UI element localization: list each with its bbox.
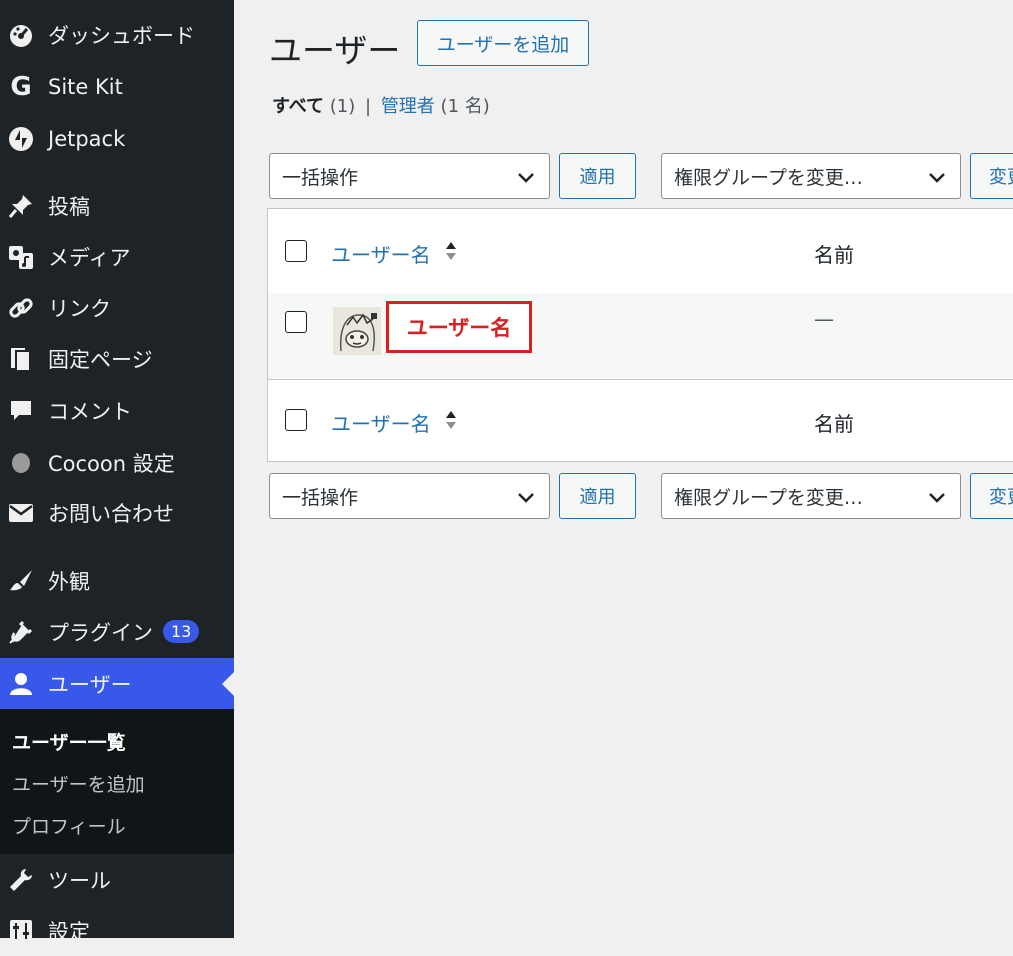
menu-label: リンク [48, 296, 111, 321]
menu-label: メディア [48, 245, 131, 270]
chevron-down-icon [518, 493, 534, 503]
wrench-icon [6, 865, 36, 895]
table-row: ユーザー名 — [268, 293, 1013, 380]
menu-appearance[interactable]: 外観 [0, 555, 234, 606]
filter-separator: | [365, 96, 372, 117]
filter-admin-link[interactable]: 管理者 [381, 96, 435, 117]
change-role-button-top[interactable]: 変更 [970, 153, 1013, 199]
bulk-action-selected: 一括操作 [282, 486, 359, 509]
menu-posts[interactable]: 投稿 [0, 180, 234, 231]
apply-button-top[interactable]: 適用 [559, 153, 636, 199]
menu-comments[interactable]: コメント [0, 385, 234, 436]
select-all-checkbox[interactable] [285, 240, 307, 262]
sort-username-link-bottom[interactable]: ユーザー名 [331, 408, 431, 437]
submenu-all-users[interactable]: ユーザー一覧 [12, 728, 126, 755]
menu-label: 外観 [48, 569, 90, 594]
chevron-down-icon [518, 173, 534, 183]
media-icon [6, 242, 36, 272]
comment-icon [6, 396, 36, 426]
update-count-badge: 13 [163, 620, 200, 643]
menu-users[interactable]: ユーザー [0, 658, 234, 709]
main-content: ユーザー ユーザーを追加 すべて (1) | 管理者 (1 名) 一括操作 適用… [234, 0, 1013, 938]
user-avatar [333, 307, 381, 355]
menu-label: Cocoon 設定 [48, 451, 175, 476]
bulk-action-select-bottom[interactable]: 一括操作 [269, 473, 550, 519]
menu-label: コメント [48, 399, 132, 424]
users-submenu: ユーザー一覧 ユーザーを追加 プロフィール [0, 709, 234, 854]
page-icon [6, 344, 36, 374]
table-header-row: ユーザー名 名前 [268, 209, 1013, 294]
menu-links[interactable]: リンク [0, 282, 234, 333]
select-all-checkbox-bottom[interactable] [285, 409, 307, 431]
column-name-header: 名前 [814, 243, 854, 267]
apply-button-bottom[interactable]: 適用 [559, 473, 636, 519]
menu-settings[interactable]: 設定 [0, 905, 234, 956]
sort-arrows-icon [446, 242, 456, 260]
menu-label: ダッシュボード [48, 23, 195, 48]
chevron-down-icon [929, 493, 945, 503]
menu-label: ツール [48, 868, 111, 893]
filter-admin-count: (1 名) [440, 96, 490, 117]
menu-label: Jetpack [48, 126, 126, 151]
sort-username-link[interactable]: ユーザー名 [331, 239, 431, 268]
sort-arrows-icon [446, 411, 456, 429]
table-footer-row: ユーザー名 名前 [268, 379, 1013, 463]
filter-all-count: (1) [329, 96, 356, 117]
menu-label: ユーザー [48, 672, 132, 697]
user-full-name: — [814, 307, 834, 331]
link-icon [6, 293, 36, 323]
menu-dashboard[interactable]: ダッシュボード [0, 9, 234, 60]
menu-cocoon-settings[interactable]: Cocoon 設定 [0, 437, 234, 488]
change-role-selected: 権限グループを変更… [674, 486, 863, 509]
avatar-illustration-icon [333, 307, 381, 355]
settings-icon [6, 916, 36, 946]
username-highlight-label[interactable]: ユーザー名 [386, 301, 532, 353]
jetpack-icon [6, 124, 36, 154]
menu-tools[interactable]: ツール [0, 854, 234, 905]
submenu-profile[interactable]: プロフィール [12, 812, 126, 839]
user-icon [6, 669, 36, 699]
add-user-button[interactable]: ユーザーを追加 [417, 20, 589, 66]
submenu-add-user[interactable]: ユーザーを追加 [12, 770, 145, 797]
menu-jetpack[interactable]: Jetpack [0, 113, 234, 164]
chevron-down-icon [929, 173, 945, 183]
page-title: ユーザー [269, 31, 401, 70]
menu-site-kit[interactable]: G Site Kit [0, 61, 234, 112]
row-checkbox[interactable] [285, 311, 307, 333]
menu-label: 投稿 [48, 194, 90, 219]
users-table: ユーザー名 名前 ユーザー名 — ユーザー名 名前 [267, 208, 1013, 462]
menu-plugins[interactable]: プラグイン 13 [0, 606, 234, 657]
menu-contact[interactable]: お問い合わせ [0, 487, 234, 538]
cocoon-icon [6, 448, 36, 478]
change-role-select-top[interactable]: 権限グループを変更… [661, 153, 961, 199]
menu-label: お問い合わせ [48, 501, 174, 526]
column-name-footer: 名前 [814, 412, 854, 436]
menu-label: プラグイン [48, 620, 153, 645]
paintbrush-icon [6, 566, 36, 596]
menu-label: Site Kit [48, 74, 123, 99]
admin-sidebar: ダッシュボード G Site Kit Jetpack 投稿 メディア リンク 固… [0, 0, 234, 944]
menu-media[interactable]: メディア [0, 231, 234, 282]
menu-pages[interactable]: 固定ページ [0, 333, 234, 384]
filter-all-link[interactable]: すべて [272, 96, 324, 117]
menu-label: 設定 [48, 919, 90, 944]
bulk-action-select-top[interactable]: 一括操作 [269, 153, 550, 199]
change-role-button-bottom[interactable]: 変更 [970, 473, 1013, 519]
plugin-icon [6, 617, 36, 647]
pushpin-icon [6, 191, 36, 221]
role-filter-links: すべて (1) | 管理者 (1 名) [272, 92, 490, 118]
bulk-action-selected: 一括操作 [282, 166, 359, 189]
dashboard-icon [6, 20, 36, 50]
google-g-icon: G [10, 71, 32, 102]
change-role-selected: 権限グループを変更… [674, 166, 863, 189]
menu-label: 固定ページ [48, 347, 153, 372]
change-role-select-bottom[interactable]: 権限グループを変更… [661, 473, 961, 519]
mail-icon [6, 498, 36, 528]
